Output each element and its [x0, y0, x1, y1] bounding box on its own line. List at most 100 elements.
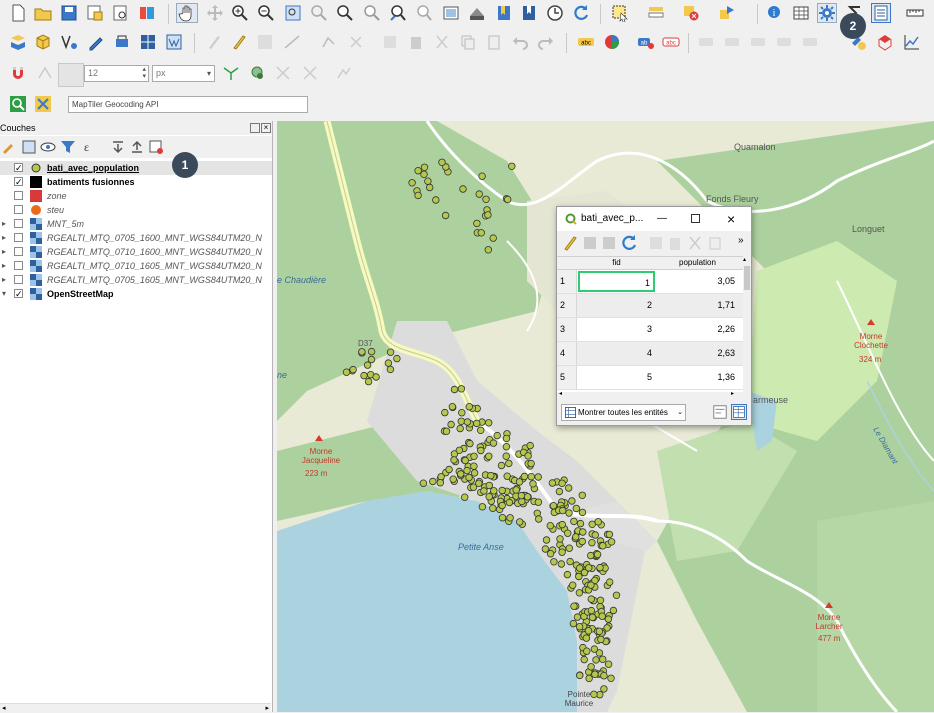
- enable-tracing-icon[interactable]: [273, 63, 293, 83]
- python-console-icon[interactable]: [875, 32, 895, 52]
- filter-legend-icon[interactable]: [58, 137, 78, 157]
- row-number[interactable]: 5: [557, 366, 577, 389]
- highlight-pinned-label-icon[interactable]: ab: [636, 32, 656, 52]
- horizontal-scrollbar[interactable]: ◂ ▸: [557, 390, 743, 400]
- snap-intersection-icon[interactable]: [247, 63, 267, 83]
- cell-population[interactable]: 1,36: [657, 367, 738, 388]
- select-features-icon[interactable]: [610, 3, 630, 23]
- delete-selected-icon[interactable]: [406, 32, 426, 52]
- float-panel-icon[interactable]: [250, 123, 260, 133]
- paste-features-icon[interactable]: [484, 32, 504, 52]
- tracing-offset-icon[interactable]: [300, 63, 320, 83]
- bookmark-icon[interactable]: [494, 3, 514, 23]
- layer-item-steu[interactable]: steu: [0, 203, 272, 217]
- select-location-icon[interactable]: [717, 3, 737, 23]
- cut-icon[interactable]: [685, 233, 705, 253]
- virtual-layer-icon[interactable]: [112, 32, 132, 52]
- filter-by-expression-icon[interactable]: ε: [78, 137, 98, 157]
- close-icon[interactable]: ×: [727, 207, 735, 231]
- column-header-fid[interactable]: fid: [578, 257, 655, 269]
- locator-icon[interactable]: [8, 94, 28, 114]
- snap-vertex-icon[interactable]: [35, 63, 55, 83]
- layer-item-rgealti-0705-1600[interactable]: ▸ RGEALTI_MTQ_0705_1600_MNT_WGS84UTM20_N: [0, 231, 272, 245]
- open-project-icon[interactable]: [33, 3, 53, 23]
- copy-features-icon[interactable]: [458, 32, 478, 52]
- identify-icon[interactable]: i: [765, 3, 785, 23]
- expand-arrow-icon[interactable]: ▸: [2, 245, 6, 259]
- table-row[interactable]: 4 4 2,63: [557, 342, 743, 366]
- scroll-right-icon[interactable]: ▸: [731, 390, 734, 397]
- show-hide-labels-icon[interactable]: [696, 32, 716, 52]
- mesh-layer-icon[interactable]: [138, 32, 158, 52]
- digitize-pen-icon[interactable]: [86, 32, 106, 52]
- cell-fid[interactable]: 5: [578, 367, 655, 388]
- table-row[interactable]: 1 1 3,05: [557, 270, 743, 294]
- copy-icon[interactable]: [705, 233, 725, 253]
- zoom-native-icon[interactable]: [362, 3, 382, 23]
- collapse-arrow-icon[interactable]: ▾: [2, 287, 6, 301]
- cell-population[interactable]: 1,71: [657, 295, 738, 316]
- layer-item-bati-avec-population[interactable]: ✓ bati_avec_population: [0, 161, 272, 175]
- add-wms-icon[interactable]: [164, 32, 184, 52]
- more-tools-icon[interactable]: »: [738, 235, 744, 246]
- zoom-to-layer-icon[interactable]: [335, 3, 355, 23]
- topological-editing-icon[interactable]: [221, 63, 241, 83]
- cut-features-icon[interactable]: [432, 32, 452, 52]
- cell-fid[interactable]: 4: [578, 343, 655, 364]
- save-project-icon[interactable]: [59, 3, 79, 23]
- change-label-icon[interactable]: [774, 32, 794, 52]
- row-number[interactable]: 2: [557, 294, 577, 317]
- zoom-next-icon[interactable]: [414, 3, 434, 23]
- layer-visibility-checkbox[interactable]: ✓: [14, 163, 23, 173]
- tolerance-box[interactable]: [58, 63, 84, 87]
- scroll-left-icon[interactable]: ◂: [559, 390, 562, 397]
- move-label-icon[interactable]: [722, 32, 742, 52]
- scroll-up-icon[interactable]: ▴: [743, 256, 746, 263]
- remove-layer-icon[interactable]: [146, 137, 166, 157]
- row-number[interactable]: 3: [557, 318, 577, 341]
- cell-population[interactable]: 2,63: [657, 343, 738, 364]
- measure-line-icon[interactable]: [905, 3, 925, 23]
- expand-arrow-icon[interactable]: ▸: [2, 231, 6, 245]
- layer-visibility-checkbox[interactable]: [14, 205, 23, 214]
- add-group-icon[interactable]: [19, 137, 39, 157]
- cell-population[interactable]: 2,26: [657, 319, 738, 340]
- style-manager-icon[interactable]: [137, 3, 157, 23]
- print-layout-icon[interactable]: [110, 3, 130, 23]
- select-by-value-icon[interactable]: [646, 3, 666, 23]
- layer-item-batiments-fusionnes[interactable]: ✓ batiments fusionnes: [0, 175, 272, 189]
- zoom-to-selection-icon[interactable]: [309, 3, 329, 23]
- zoom-full-icon[interactable]: [283, 3, 303, 23]
- expand-all-icon[interactable]: [108, 137, 128, 157]
- save-edits-icon[interactable]: [599, 233, 619, 253]
- cell-fid[interactable]: 3: [578, 319, 655, 340]
- unit-select[interactable]: px ▾: [152, 65, 215, 82]
- tolerance-spinbox[interactable]: 12 ▴ ▾: [84, 65, 149, 82]
- scroll-left-icon[interactable]: ◂: [2, 704, 6, 712]
- refresh-icon[interactable]: [571, 3, 591, 23]
- undo-icon[interactable]: [510, 32, 530, 52]
- layer-visibility-checkbox[interactable]: ✓: [14, 177, 23, 187]
- new-geopackage-icon[interactable]: [33, 32, 53, 52]
- close-panel-icon[interactable]: ×: [261, 123, 271, 133]
- minimize-icon[interactable]: —: [656, 207, 668, 231]
- table-view-icon[interactable]: [731, 404, 747, 420]
- vertical-scrollbar[interactable]: ▴: [743, 256, 751, 392]
- table-row[interactable]: 5 5 1,36: [557, 366, 743, 390]
- scroll-right-icon[interactable]: ▸: [265, 704, 269, 712]
- toggle-edit-icon[interactable]: [560, 233, 580, 253]
- add-vector-icon[interactable]: [59, 32, 79, 52]
- layer-item-mnt-5m[interactable]: ▸ MNT_5m: [0, 217, 272, 231]
- label-properties-icon[interactable]: [800, 32, 820, 52]
- layer-visibility-checkbox[interactable]: [14, 261, 23, 270]
- layer-visibility-checkbox[interactable]: [14, 275, 23, 284]
- form-view-icon[interactable]: [712, 404, 728, 420]
- redo-icon[interactable]: [536, 32, 556, 52]
- add-line-icon[interactable]: [282, 32, 302, 52]
- new-3d-view-icon[interactable]: [467, 3, 487, 23]
- layer-item-rgealti-0705-1605[interactable]: ▸ RGEALTI_MTQ_0705_1605_MNT_WGS84UTM20_N: [0, 273, 272, 287]
- row-number[interactable]: 1: [557, 270, 577, 293]
- zoom-in-icon[interactable]: [230, 3, 250, 23]
- layer-visibility-checkbox[interactable]: [14, 247, 23, 256]
- self-snapping-icon[interactable]: [334, 63, 354, 83]
